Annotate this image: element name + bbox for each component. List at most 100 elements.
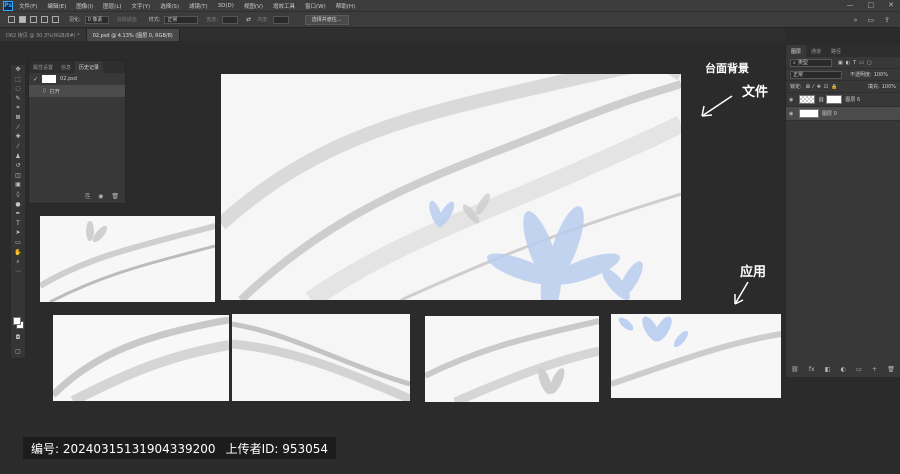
- more-tools-icon[interactable]: ⋯: [11, 266, 25, 276]
- delete-layer-icon[interactable]: 🗑: [887, 366, 895, 373]
- layer-kind-select[interactable]: ⌕ 类型: [790, 58, 832, 67]
- layer-item[interactable]: ◉ 图层 0: [786, 107, 900, 121]
- quick-mask-icon[interactable]: ◘: [11, 333, 25, 343]
- menu-image[interactable]: 图像(I): [76, 2, 93, 10]
- screen-mode-icon[interactable]: ▢: [11, 347, 25, 357]
- menu-edit[interactable]: 编辑(E): [47, 2, 66, 10]
- pen-tool-icon[interactable]: ✒: [11, 209, 25, 219]
- foreground-color-swatch[interactable]: [13, 317, 21, 325]
- photoshop-logo-icon[interactable]: Ps: [3, 0, 13, 11]
- preview-thumbnail-4[interactable]: [425, 316, 599, 402]
- menu-view[interactable]: 视图(V): [244, 2, 263, 10]
- menu-file[interactable]: 文件(F): [19, 2, 37, 10]
- fx-icon[interactable]: fx: [809, 366, 815, 373]
- trash-icon[interactable]: 🗑: [111, 193, 119, 201]
- marquee-tool-icon[interactable]: ⬚: [11, 75, 25, 85]
- menu-help[interactable]: 帮助(H): [336, 2, 355, 10]
- layer-mask-thumbnail[interactable]: [826, 95, 843, 104]
- opacity-value[interactable]: 100%: [874, 72, 888, 78]
- search-icon[interactable]: ⌕: [854, 16, 858, 25]
- tab-d62[interactable]: D62 拷贝 @ 30.3%(RGB/8#) *: [0, 29, 87, 41]
- workspace-icon[interactable]: ▭: [868, 16, 875, 25]
- camera-snapshot-icon[interactable]: ◉: [98, 193, 103, 201]
- tab-channels[interactable]: 通道: [806, 45, 826, 57]
- preview-thumbnail-1[interactable]: [40, 216, 215, 302]
- arrow-pointer-icon: [734, 281, 749, 305]
- blend-mode-row: 正常 不透明度: 100%: [786, 69, 900, 81]
- menu-select[interactable]: 选择(S): [160, 2, 179, 10]
- menu-plugins[interactable]: 增效工具: [273, 2, 295, 10]
- marble-thumbnail-art: [40, 216, 215, 302]
- intersect-selection-icon[interactable]: [52, 16, 59, 23]
- marquee-tool-preset-icon[interactable]: [8, 16, 15, 23]
- style-select[interactable]: 正常: [164, 15, 199, 24]
- select-and-mask-button[interactable]: 选择并遮住...: [304, 14, 349, 25]
- tab-history[interactable]: 历史记录: [75, 61, 104, 73]
- frame-tool-icon[interactable]: ⊠: [11, 113, 25, 123]
- lock-icons[interactable]: ⊠⁄✥⊡🔒: [806, 84, 841, 90]
- crop-tool-icon[interactable]: ⌗: [11, 103, 25, 113]
- tab-paths[interactable]: 路径: [826, 45, 846, 57]
- blend-mode-select[interactable]: 正常: [790, 70, 842, 79]
- gradient-icon[interactable]: ▣: [11, 180, 25, 190]
- image-id-banner: 编号: 20240315131904339200 上传者ID: 953054: [23, 437, 337, 459]
- layer-filter-row: ⌕ 类型 ▣◐T▭▢: [786, 57, 900, 69]
- blur-tool-icon[interactable]: ◊: [11, 190, 25, 200]
- shape-tool-icon[interactable]: ▭: [11, 238, 25, 248]
- layer-item[interactable]: ◉ ⛓ 图层 6: [786, 93, 900, 107]
- eye-icon[interactable]: ◉: [789, 111, 797, 117]
- filter-icons[interactable]: ▣◐T▭▢: [838, 60, 875, 66]
- type-tool-icon[interactable]: T: [11, 219, 25, 229]
- eye-icon[interactable]: ◉: [789, 97, 797, 103]
- main-canvas-artwork[interactable]: [221, 74, 681, 300]
- path-select-icon[interactable]: ➤: [11, 228, 25, 238]
- minimize-icon[interactable]: —: [847, 1, 854, 9]
- new-group-icon[interactable]: ▭: [856, 366, 862, 373]
- height-input[interactable]: [272, 15, 289, 24]
- tab-info[interactable]: 信息: [57, 61, 75, 73]
- brush-tool-icon[interactable]: ⁄: [11, 142, 25, 152]
- menu-window[interactable]: 窗口(W): [305, 2, 326, 10]
- history-brush-icon[interactable]: ↺: [11, 161, 25, 171]
- preview-thumbnail-5[interactable]: [611, 314, 781, 398]
- adjustment-layer-icon[interactable]: ◐: [841, 366, 846, 373]
- dodge-tool-icon[interactable]: ●: [11, 199, 25, 209]
- healing-brush-icon[interactable]: ✚: [11, 132, 25, 142]
- add-selection-icon[interactable]: [30, 16, 37, 23]
- add-mask-icon[interactable]: ◧: [825, 366, 831, 373]
- new-document-from-state-icon[interactable]: ⎘: [85, 193, 90, 201]
- eraser-icon[interactable]: ◫: [11, 171, 25, 181]
- close-icon[interactable]: ✕: [888, 1, 894, 9]
- link-layers-icon[interactable]: ⛓: [791, 366, 799, 373]
- tab-02-psd[interactable]: 02.psd @ 4.13% (图层 0, RGB/8): [86, 29, 180, 41]
- share-icon[interactable]: ⇪: [884, 16, 890, 25]
- snapshot-thumbnail: [42, 75, 57, 83]
- swap-icon[interactable]: ⇄: [246, 16, 251, 23]
- fill-value[interactable]: 100%: [882, 84, 896, 90]
- clone-stamp-icon[interactable]: ♟: [11, 151, 25, 161]
- zoom-tool-icon[interactable]: ⌕: [11, 257, 25, 267]
- lasso-tool-icon[interactable]: ◌: [11, 84, 25, 94]
- history-snapshot[interactable]: ✓ 02.psd: [29, 73, 125, 85]
- menu-filter[interactable]: 滤镜(T): [189, 2, 208, 10]
- history-item[interactable]: ▯ 打开: [29, 85, 125, 97]
- new-layer-icon[interactable]: +: [872, 366, 877, 373]
- quick-select-icon[interactable]: ✎: [11, 94, 25, 104]
- new-selection-icon[interactable]: [19, 16, 26, 23]
- brush-state-icon[interactable]: ✓: [33, 76, 38, 83]
- menu-layer[interactable]: 图层(L): [103, 2, 121, 10]
- width-input[interactable]: [222, 15, 239, 24]
- move-tool-icon[interactable]: ✥: [11, 65, 25, 75]
- antialias-checkbox[interactable]: 消除锯齿: [117, 16, 137, 23]
- tab-layers[interactable]: 图层: [786, 45, 807, 57]
- subtract-selection-icon[interactable]: [41, 16, 48, 23]
- preview-thumbnail-2[interactable]: [53, 315, 229, 401]
- tab-properties[interactable]: 属性设置: [29, 61, 57, 73]
- eyedropper-icon[interactable]: ⁄: [11, 123, 25, 133]
- hand-tool-icon[interactable]: ✋: [11, 247, 25, 257]
- feather-input[interactable]: 0 像素: [84, 15, 109, 24]
- menu-type[interactable]: 文字(Y): [132, 2, 151, 10]
- preview-thumbnail-3[interactable]: [232, 314, 410, 401]
- menu-3d[interactable]: 3D(D): [218, 3, 234, 9]
- maximize-icon[interactable]: □: [868, 1, 875, 9]
